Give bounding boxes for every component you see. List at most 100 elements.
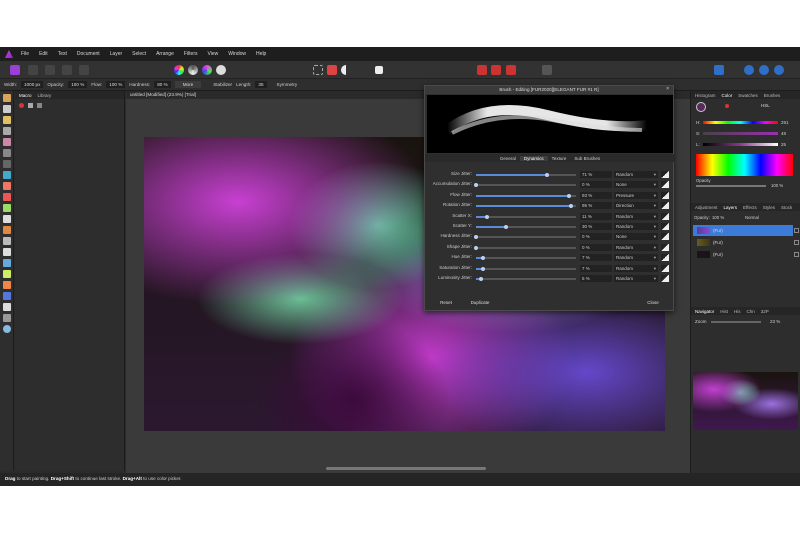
tab-dynamics[interactable]: Dynamics bbox=[519, 155, 548, 161]
slider-knob[interactable] bbox=[474, 235, 478, 240]
dynamics-value-field[interactable]: 5 % bbox=[580, 275, 612, 282]
tab-adjustment[interactable]: Adjustment bbox=[695, 205, 718, 210]
curve-icon[interactable] bbox=[661, 171, 669, 178]
tab-his[interactable]: His bbox=[734, 309, 741, 314]
crop-tool-icon[interactable] bbox=[3, 127, 11, 135]
slider-knob[interactable] bbox=[474, 245, 478, 250]
view-tool-icon[interactable] bbox=[3, 94, 11, 102]
tab-navigator[interactable]: Navigator bbox=[695, 309, 714, 314]
tab-channels[interactable]: Chn bbox=[747, 309, 755, 314]
hardness-field[interactable]: 80 % bbox=[154, 81, 171, 88]
tab-32p[interactable]: 32P bbox=[761, 309, 769, 314]
slider-knob[interactable] bbox=[474, 183, 478, 188]
tab-layers[interactable]: Layers bbox=[724, 205, 738, 210]
dynamics-slider[interactable] bbox=[476, 193, 576, 198]
export-persona-icon[interactable] bbox=[79, 65, 89, 75]
menu-text[interactable]: Text bbox=[58, 51, 67, 57]
assistant-icon[interactable] bbox=[744, 65, 754, 75]
clone-tool-icon[interactable] bbox=[3, 215, 11, 223]
mesh-warp-tool-icon[interactable] bbox=[3, 303, 11, 311]
slider-knob[interactable] bbox=[479, 277, 483, 281]
duplicate-button[interactable]: Duplicate bbox=[465, 298, 495, 307]
h-value[interactable]: 291 bbox=[781, 120, 789, 125]
snapping-icon[interactable] bbox=[375, 66, 383, 74]
mask-mode-icon[interactable] bbox=[327, 65, 337, 75]
curve-icon[interactable] bbox=[661, 212, 669, 220]
sponge-tool-icon[interactable] bbox=[3, 314, 11, 322]
slider-knob[interactable] bbox=[504, 225, 508, 229]
dynamics-value-field[interactable]: 7 % bbox=[580, 264, 612, 272]
marquee-icon[interactable] bbox=[313, 65, 323, 75]
slider-knob[interactable] bbox=[481, 256, 485, 261]
dynamics-slider[interactable] bbox=[476, 214, 576, 219]
controller-select[interactable]: Pressure bbox=[614, 191, 658, 199]
stabilizer-checkbox[interactable]: Stabilizer bbox=[213, 82, 232, 87]
marquee-tool-icon[interactable] bbox=[3, 160, 11, 168]
curve-icon[interactable] bbox=[661, 181, 669, 189]
gradient-tool-icon[interactable] bbox=[3, 182, 11, 190]
length-field[interactable]: 35 bbox=[255, 81, 267, 88]
l-value[interactable]: 25 bbox=[781, 142, 786, 147]
controller-select[interactable]: Random bbox=[614, 275, 658, 282]
grid-icon[interactable] bbox=[477, 65, 487, 75]
controller-select[interactable]: Direction bbox=[614, 202, 658, 210]
dynamics-slider[interactable] bbox=[476, 204, 576, 209]
help-icon[interactable] bbox=[774, 65, 784, 75]
flood-fill-tool-icon[interactable] bbox=[3, 171, 11, 179]
curve-icon[interactable] bbox=[661, 254, 669, 262]
dynamics-value-field[interactable]: 11 % bbox=[580, 212, 612, 220]
tab-styles[interactable]: Styles bbox=[763, 205, 775, 210]
photo-persona-icon[interactable] bbox=[10, 65, 20, 75]
hue-slider[interactable] bbox=[703, 121, 778, 124]
dynamics-value-field[interactable]: 7 % bbox=[580, 254, 612, 262]
layer-row[interactable]: (Fur) bbox=[693, 237, 799, 248]
slider-knob[interactable] bbox=[485, 214, 489, 219]
color-spectrum[interactable] bbox=[696, 154, 793, 176]
controller-select[interactable]: Random bbox=[614, 223, 658, 230]
brush-mode-icon[interactable] bbox=[542, 65, 552, 75]
dynamics-slider[interactable] bbox=[474, 183, 576, 188]
tab-effects[interactable]: Effects bbox=[743, 205, 757, 210]
layer-visibility-checkbox[interactable] bbox=[794, 252, 799, 257]
move-tool-icon[interactable] bbox=[3, 105, 11, 113]
tab-brushes[interactable]: Brushes bbox=[764, 93, 781, 98]
record-icon[interactable] bbox=[19, 103, 24, 108]
dynamics-value-field[interactable]: 93 % bbox=[580, 191, 612, 199]
layer-visibility-checkbox[interactable] bbox=[794, 228, 799, 233]
curve-icon[interactable] bbox=[661, 223, 669, 230]
menu-help[interactable]: Help bbox=[256, 51, 266, 57]
dynamics-slider[interactable] bbox=[476, 266, 576, 271]
tab-macro[interactable]: Macro bbox=[19, 93, 32, 98]
s-value[interactable]: 48 bbox=[781, 131, 786, 136]
blemish-tool-icon[interactable] bbox=[3, 226, 11, 234]
tab-sub-brushes[interactable]: Sub Brushes bbox=[570, 156, 604, 161]
develop-persona-icon[interactable] bbox=[45, 65, 55, 75]
paint-brush-tool-icon[interactable] bbox=[3, 193, 11, 201]
zoom-tool-icon[interactable] bbox=[3, 325, 11, 333]
slider-knob[interactable] bbox=[481, 266, 485, 271]
dynamics-value-field[interactable]: 0 % bbox=[580, 243, 612, 251]
pencil-tool-icon[interactable] bbox=[3, 270, 11, 278]
controller-select[interactable]: Random bbox=[614, 171, 658, 178]
dynamics-slider[interactable] bbox=[476, 173, 576, 177]
layer-visibility-checkbox[interactable] bbox=[794, 240, 799, 245]
controller-select[interactable]: Random bbox=[614, 212, 658, 220]
arrange-icon[interactable] bbox=[714, 65, 724, 75]
auto-contrast-icon[interactable] bbox=[188, 65, 198, 75]
menu-select[interactable]: Select bbox=[132, 51, 146, 57]
opacity-field[interactable]: 100 % bbox=[68, 81, 88, 88]
tab-color[interactable]: Color bbox=[722, 93, 733, 98]
menu-edit[interactable]: Edit bbox=[39, 51, 48, 57]
auto-white-balance-icon[interactable] bbox=[216, 65, 226, 75]
color-dot-icon[interactable] bbox=[725, 104, 729, 108]
tab-history[interactable]: Hist bbox=[720, 309, 728, 314]
zoom-value[interactable]: 23 % bbox=[770, 319, 780, 324]
horizontal-scrollbar[interactable] bbox=[326, 467, 486, 470]
dynamics-slider[interactable] bbox=[476, 256, 576, 261]
lightness-slider[interactable] bbox=[703, 143, 778, 146]
auto-colors-icon[interactable] bbox=[202, 65, 212, 75]
close-button[interactable]: Close bbox=[641, 298, 665, 307]
menu-filters[interactable]: Filters bbox=[184, 51, 198, 57]
auto-levels-icon[interactable] bbox=[174, 65, 184, 75]
dynamics-slider[interactable] bbox=[476, 225, 576, 229]
